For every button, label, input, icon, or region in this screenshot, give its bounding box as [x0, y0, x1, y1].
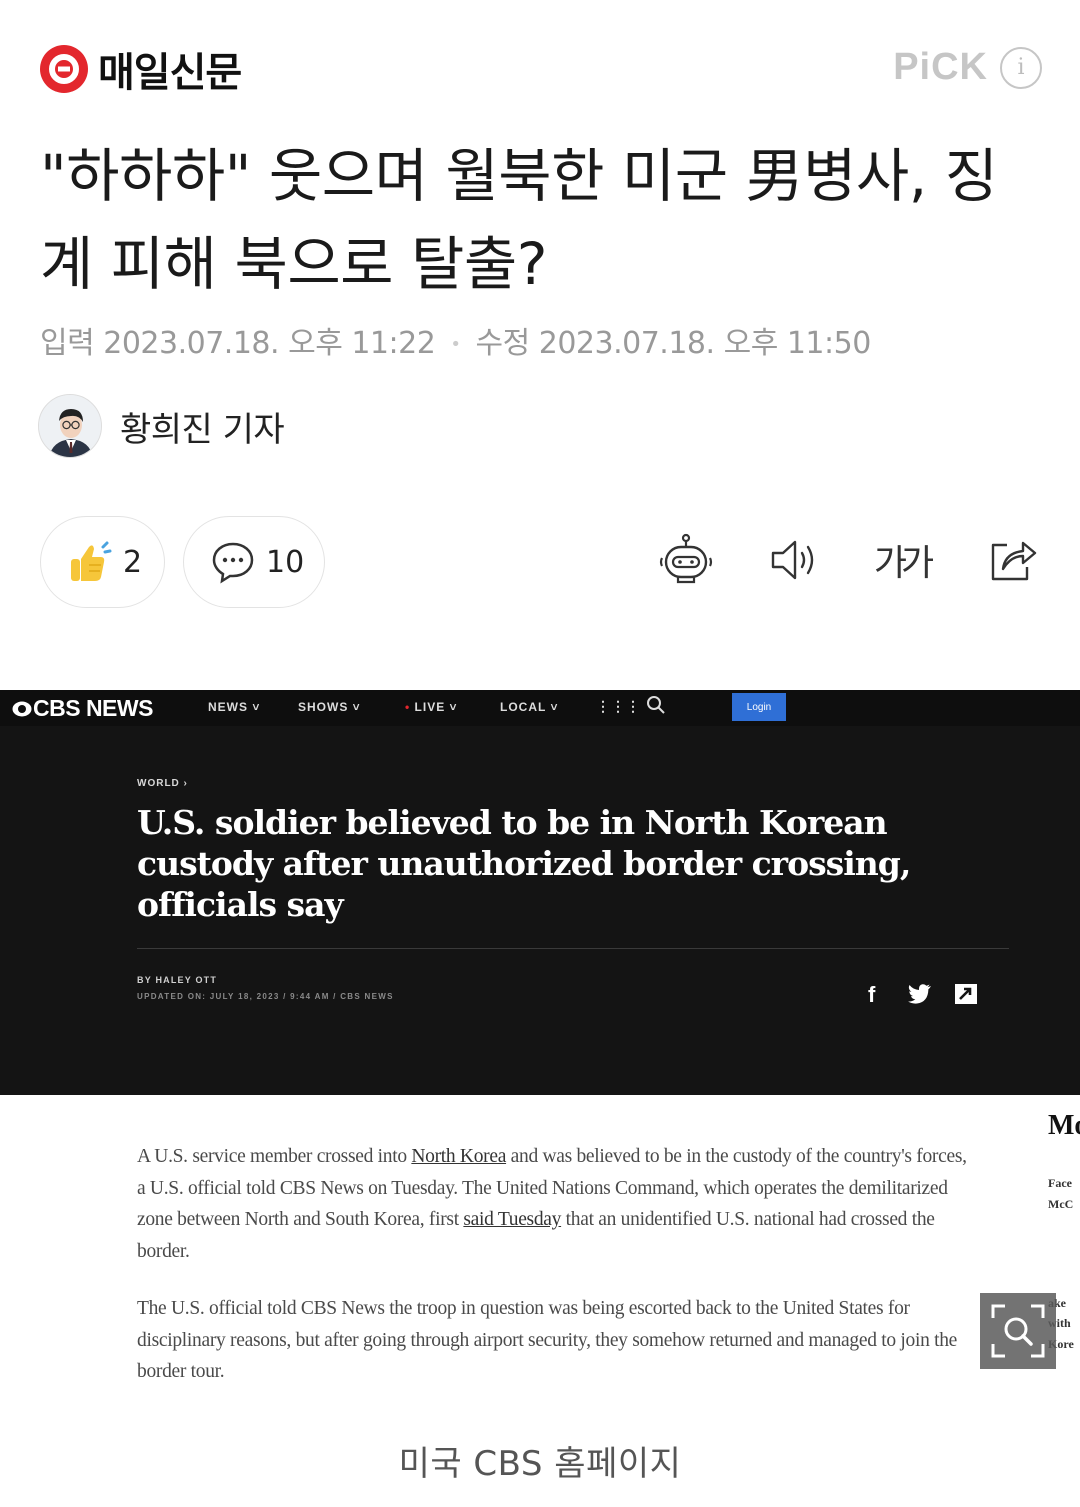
cbs-headline: U.S. soldier believed to be in North Kor… [137, 803, 911, 924]
cbs-paragraph-2: The U.S. official told CBS News the troo… [137, 1298, 958, 1382]
share-button[interactable] [980, 528, 1044, 592]
article-title: "하하하" 웃으며 월북한 미군 男병사, 징계 피해 북으로 탈출? [40, 142, 998, 298]
image-zoom-button[interactable] [980, 1293, 1056, 1369]
modified-label: 수정 [475, 326, 531, 361]
press-name: 매일신문 [98, 50, 242, 96]
share-icon [983, 531, 1041, 589]
maeil-logo-icon [38, 43, 90, 95]
cbs-byline: BY HALEY OTT [137, 975, 218, 985]
cbs-navbar: CBS NEWS NEWS ˅ SHOWS ˅ • LIVE ˅ LOCAL ˅… [0, 690, 1080, 726]
cbs-sidebar-line: Face [1048, 1176, 1072, 1190]
cbs-sidebar-title: Mo [1048, 1110, 1080, 1141]
image-caption: 미국 CBS 홈페이지 [398, 1444, 682, 1484]
cbs-header-area: CBS NEWS NEWS ˅ SHOWS ˅ • LIVE ˅ LOCAL ˅… [0, 690, 1080, 1095]
cbs-updated: UPDATED ON: JULY 18, 2023 / 9:44 AM / CB… [137, 992, 394, 1001]
info-icon[interactable]: i [1000, 46, 1042, 89]
speaker-icon [765, 531, 823, 589]
author-row[interactable]: 황희진 기자 [38, 394, 285, 458]
cbs-search-icon [646, 695, 666, 718]
zoom-icon [989, 1302, 1047, 1360]
comment-icon [210, 539, 256, 585]
ai-summary-button[interactable] [654, 528, 718, 592]
north-korea-link: North Korea [411, 1146, 507, 1167]
cbs-login-button: Login [732, 693, 786, 721]
cbs-nav-live: • LIVE ˅ [405, 700, 458, 714]
robot-summary-icon [656, 530, 716, 590]
cbs-divider [137, 948, 1009, 949]
published-date: 2023.07.18. 오후 11:22 [103, 326, 436, 361]
cbs-nav-local: LOCAL ˅ [500, 700, 559, 714]
cbs-kicker: WORLD › [137, 778, 188, 789]
thumbs-up-icon [67, 539, 113, 585]
published-label: 입력 [40, 326, 95, 361]
cbs-grid-icon: ⋮⋮⋮ [596, 698, 641, 714]
font-size-label: 가가 [873, 543, 934, 584]
press-logo[interactable]: 매일신문 [38, 43, 242, 96]
twitter-icon [908, 984, 932, 1010]
font-size-icon: 가가 [873, 534, 934, 586]
author-name[interactable]: 황희진 기자 [120, 402, 285, 451]
modified-date: 2023.07.18. 오후 11:50 [538, 326, 872, 361]
read-aloud-button[interactable] [762, 528, 826, 592]
cbs-nav-news: NEWS ˅ [208, 700, 261, 714]
font-size-button[interactable]: 가가 [866, 528, 936, 592]
date-separator: • [450, 334, 461, 355]
comment-button[interactable]: 10 [183, 516, 325, 608]
pick-badge[interactable]: PiCK i [893, 46, 1042, 89]
said-tuesday-link: said Tuesday [463, 1209, 562, 1230]
author-avatar [38, 394, 102, 458]
comment-count: 10 [266, 544, 305, 580]
cbs-share-icon [954, 983, 978, 1011]
cbs-logo-text: CBS NEWS [33, 695, 153, 721]
cbs-eye-icon [12, 701, 32, 717]
cbs-nav-shows: SHOWS ˅ [298, 700, 361, 714]
facebook-icon: f [868, 982, 876, 1007]
cbs-logo: CBS NEWS [12, 695, 153, 722]
top-bar: 매일신문 PiCK i [0, 0, 1080, 130]
article-photo[interactable]: CBS NEWS NEWS ˅ SHOWS ˅ • LIVE ˅ LOCAL ˅… [0, 690, 1080, 1404]
like-button[interactable]: 2 [40, 516, 165, 608]
like-count: 2 [123, 544, 143, 580]
cbs-paragraph-1: A U.S. service member crossed into North… [137, 1146, 967, 1262]
article-dates: 입력 2023.07.18. 오후 11:22 • 수정 2023.07.18.… [40, 318, 871, 362]
pick-label: PiCK [893, 46, 988, 88]
cbs-sidebar-line: McC [1048, 1197, 1074, 1211]
